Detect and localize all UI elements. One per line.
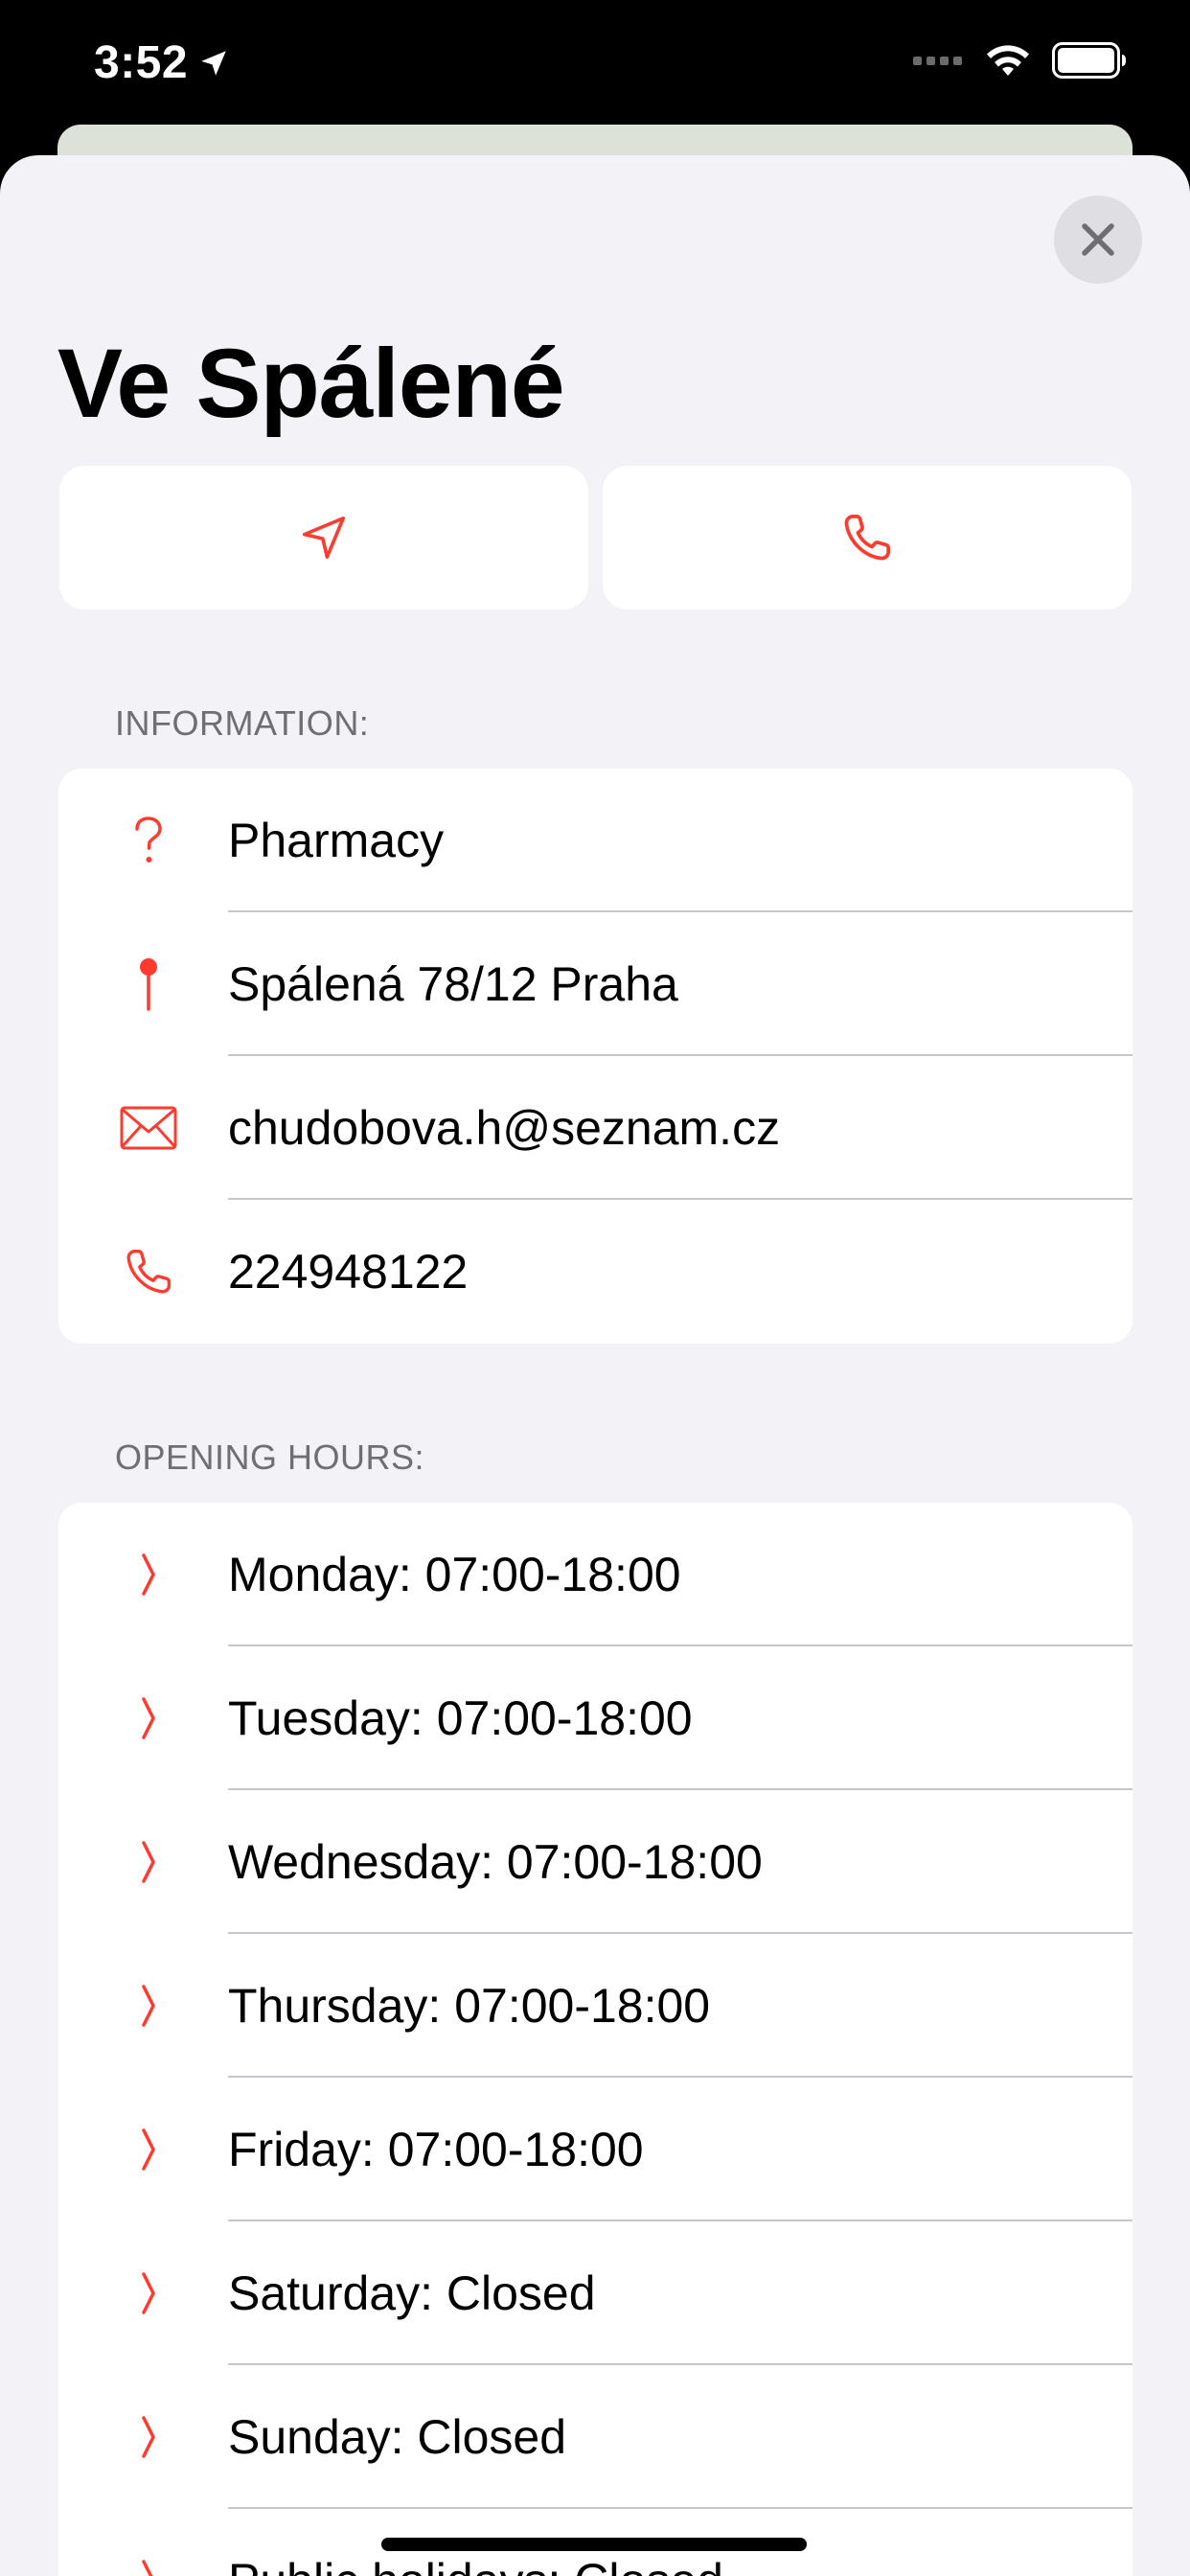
info-row-phone[interactable]: 224948122: [58, 1200, 1133, 1344]
envelope-icon: [58, 1056, 239, 1200]
hours-label: Wednesday: 07:00-18:00: [228, 1835, 763, 1889]
call-button[interactable]: [603, 466, 1132, 610]
information-card: Pharmacy Spálená 78/12 Praha chudobova.h…: [58, 769, 1133, 1344]
battery-icon: [1052, 42, 1126, 79]
hours-label: Thursday: 07:00-18:00: [228, 1979, 711, 2033]
info-row-email[interactable]: chudobova.h@seznam.cz: [58, 1056, 1133, 1200]
status-bar: 3:52: [0, 0, 1190, 134]
home-indicator[interactable]: [381, 2538, 807, 2551]
location-arrow-icon: [201, 50, 226, 76]
info-row-category: Pharmacy: [58, 769, 1133, 912]
status-time: 3:52: [94, 37, 189, 88]
close-icon: [1082, 223, 1114, 256]
angle-bracket-icon: [58, 2078, 239, 2221]
hours-row-friday: Friday: 07:00-18:00: [58, 2078, 1133, 2221]
angle-bracket-icon: [58, 2509, 239, 2576]
hours-row-tuesday: Tuesday: 07:00-18:00: [58, 1646, 1133, 1790]
navigate-button[interactable]: [59, 466, 588, 610]
hours-row-sunday: Sunday: Closed: [58, 2365, 1133, 2509]
map-pin-icon: [58, 912, 239, 1056]
phone-icon: [844, 514, 891, 561]
status-indicators: [913, 42, 1127, 79]
angle-bracket-icon: [58, 1646, 239, 1790]
opening-hours-card: Monday: 07:00-18:00 Tuesday: 07:00-18:00…: [58, 1503, 1133, 2576]
hours-label: Monday: 07:00-18:00: [228, 1548, 681, 1601]
angle-bracket-icon: [58, 2365, 239, 2509]
cellular-signal-icon: [913, 56, 962, 65]
hours-label: Sunday: Closed: [228, 2410, 567, 2464]
wifi-icon: [987, 45, 1029, 76]
angle-bracket-icon: [58, 1790, 239, 1934]
page-title: Ve Spálené: [57, 329, 565, 438]
hours-label: Public holidays: Closed: [228, 2553, 723, 2576]
hours-label: Friday: 07:00-18:00: [228, 2123, 644, 2176]
angle-bracket-icon: [58, 1503, 239, 1646]
info-category-label: Pharmacy: [228, 814, 445, 867]
detail-sheet: Ve Spálené INFORMATION: Pharmacy Spálená…: [0, 155, 1190, 2576]
info-row-address[interactable]: Spálená 78/12 Praha: [58, 912, 1133, 1056]
angle-bracket-icon: [58, 1934, 239, 2078]
info-phone-label: 224948122: [228, 1245, 469, 1299]
angle-bracket-icon: [58, 2221, 239, 2365]
status-time-group: 3:52: [94, 36, 230, 89]
phone-icon: [58, 1200, 239, 1344]
close-button[interactable]: [1054, 196, 1142, 284]
hours-row-wednesday: Wednesday: 07:00-18:00: [58, 1790, 1133, 1934]
hours-row-saturday: Saturday: Closed: [58, 2221, 1133, 2365]
question-mark-icon: [58, 769, 239, 912]
info-address-label: Spálená 78/12 Praha: [228, 957, 678, 1011]
navigation-arrow-icon: [302, 516, 346, 560]
information-section-header: INFORMATION:: [115, 703, 370, 743]
hours-label: Tuesday: 07:00-18:00: [228, 1691, 693, 1745]
hours-row-monday: Monday: 07:00-18:00: [58, 1503, 1133, 1646]
opening-hours-section-header: OPENING HOURS:: [115, 1438, 425, 1477]
hours-label: Saturday: Closed: [228, 2266, 596, 2320]
hours-row-thursday: Thursday: 07:00-18:00: [58, 1934, 1133, 2078]
info-email-label: chudobova.h@seznam.cz: [228, 1101, 781, 1155]
